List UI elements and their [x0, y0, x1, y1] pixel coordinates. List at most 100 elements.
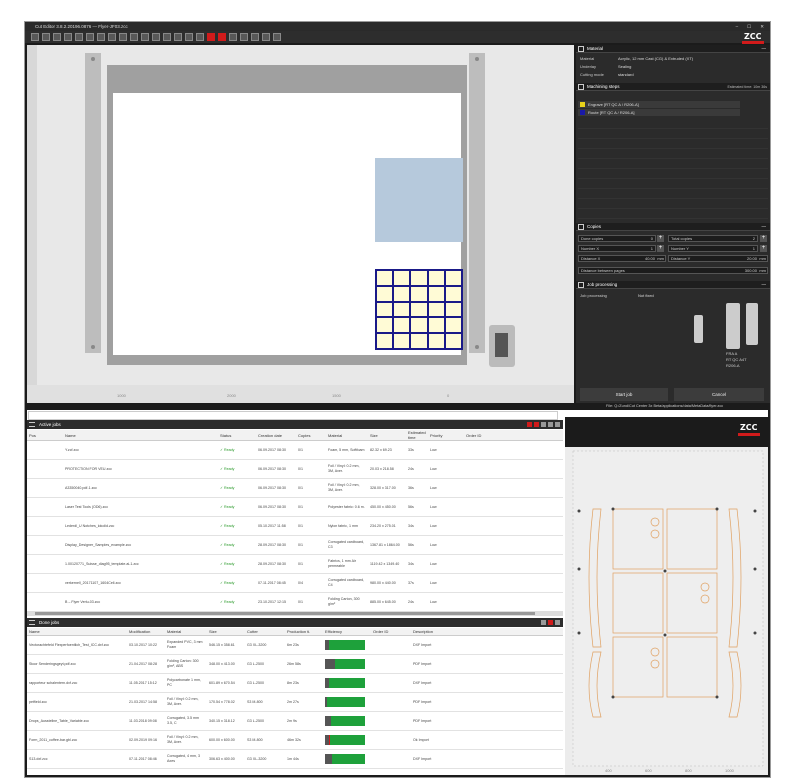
column-header[interactable]: Cutter [245, 628, 285, 636]
table-row[interactable]: Laser Test Tools (OD6).zcc ✓ Ready 06.09.2… [27, 497, 563, 517]
table-row[interactable]: Display_Designer_Samples_example.zcc ✓ Re… [27, 535, 563, 555]
ungroup-icon[interactable] [163, 33, 171, 41]
column-header[interactable]: Status [218, 430, 256, 441]
distance-x-field[interactable]: Distance X 40.00 mm [578, 255, 666, 262]
horizontal-scrollbar[interactable] [27, 611, 563, 616]
layers-icon[interactable] [196, 33, 204, 41]
number-y-field[interactable]: Number Y1 [668, 245, 758, 252]
column-header[interactable]: Name [63, 430, 218, 441]
trash-icon[interactable] [555, 620, 560, 625]
nest-icon[interactable] [108, 33, 116, 41]
machining-step[interactable]: Route [RT QC A / R206-A] [578, 109, 740, 116]
column-header[interactable]: Size [207, 628, 245, 636]
pan-icon[interactable] [273, 33, 281, 41]
align-icon[interactable] [86, 33, 94, 41]
table-cell: Vectorachtefeld Flexperfoentlich_Test_IC… [27, 635, 127, 655]
underlay-row[interactable]: Underlay Sealing [578, 63, 768, 71]
start-job-button[interactable]: Start job [580, 388, 668, 401]
cutting-canvas[interactable]: 1000 2000 1500 0 [27, 45, 574, 403]
table-row[interactable]: PROTECTION FOR VEU.zcc ✓ Ready 06.09.2017 … [27, 459, 563, 479]
done-copies-field[interactable]: Done copies 0 [578, 235, 656, 242]
plus-button[interactable]: + [657, 245, 664, 252]
paste-icon[interactable] [130, 33, 138, 41]
search-input[interactable] [28, 411, 558, 420]
delete-icon[interactable] [548, 620, 553, 625]
move-icon[interactable] [541, 422, 546, 427]
distance-between-pages-field[interactable]: Distance between pages 300.00 mm [578, 267, 768, 274]
minimize-button[interactable]: – [736, 22, 739, 31]
close-button[interactable]: ✕ [760, 22, 764, 31]
column-header[interactable]: Priority [428, 430, 464, 441]
machining-step[interactable]: Engrave [RT QC A / R206-A] [578, 101, 740, 108]
column-header[interactable]: Efficiency [323, 628, 371, 636]
job-preview-panel[interactable]: ZCC 400 600 800 1000 [565, 417, 768, 775]
table-row[interactable]: S13.dxf.zcc 07.11.2017 08:46 Corrugated, 4… [27, 749, 563, 769]
trash-icon[interactable] [555, 422, 560, 427]
column-header[interactable]: Material [326, 430, 368, 441]
measure-icon[interactable] [174, 33, 182, 41]
delete-icon[interactable] [527, 422, 532, 427]
copies-section-header[interactable]: Copies — [576, 223, 770, 231]
table-row[interactable]: Y.zcf.zcc ✓ Ready 06.09.2017 08:30 0/1 Foam,… [27, 440, 563, 460]
table-row[interactable]: Drops_Ausstellne_Table_Variable.zcc 11.03… [27, 711, 563, 731]
plus-button[interactable]: + [760, 235, 767, 242]
plus-button[interactable]: + [657, 235, 664, 242]
flip-icon[interactable] [97, 33, 105, 41]
column-header[interactable]: Size [368, 430, 406, 441]
plus-button[interactable]: + [760, 245, 767, 252]
table-row[interactable]: 1.00120771_Suisse_diag95_template.ai-1.z… [27, 554, 563, 574]
maximize-button[interactable]: ☐ [747, 22, 751, 31]
column-header[interactable]: Description [411, 628, 563, 636]
cutting-mode-row[interactable]: Cutting mode standard [578, 71, 768, 79]
column-header[interactable]: Order ID [464, 430, 563, 441]
table-row[interactable]: verkernell_20171107_1604Cell.zcc ✓ Ready 0… [27, 573, 563, 593]
material-row[interactable]: Material Acrylic, 12 mm Cast (CG) & Extru… [578, 55, 768, 63]
rotate-icon[interactable] [64, 33, 72, 41]
distance-y-field[interactable]: Distance Y 20.00 mm [668, 255, 768, 262]
frame-icon[interactable] [240, 33, 248, 41]
table-row[interactable]: B – Flyer Verlu-03.zcc ✓ Ready 23.10.2017 … [27, 592, 563, 612]
column-header[interactable]: Pos [27, 430, 63, 441]
column-header[interactable]: Creation date [256, 430, 296, 441]
column-header[interactable]: Production ti. [285, 628, 323, 636]
group-icon[interactable] [152, 33, 160, 41]
zoom-icon[interactable] [251, 33, 259, 41]
column-header[interactable]: Order ID [371, 628, 411, 636]
stop-icon[interactable] [534, 422, 539, 427]
select-icon[interactable] [141, 33, 149, 41]
cancel-button[interactable]: Cancel [674, 388, 764, 401]
table-row[interactable]: Stoor Senderingsgeyt.pdf.zcc 21.04.2017 0… [27, 654, 563, 674]
selection-area[interactable] [375, 158, 463, 242]
table-row[interactable]: Vectorachtefeld Flexperfoentlich_Test_IC… [27, 635, 563, 655]
number-x-field[interactable]: Number X1 [578, 245, 656, 252]
copy-icon[interactable] [548, 422, 553, 427]
table-row[interactable]: A3350040.pdf-1.zcc ✓ Ready 06.09.2017 08:3… [27, 478, 563, 498]
machining-steps-header[interactable]: Machining steps Estimated time: 10m 36s [576, 83, 770, 91]
table-row[interactable]: petfield.zcc 21.03.2017 14:58 Foil / Vinyl… [27, 692, 563, 712]
undo-icon[interactable] [42, 33, 50, 41]
material-section-header[interactable]: Material — [576, 45, 770, 53]
table-row[interactable]: Form_2011_coffee-bar.gbl.zcc 02.09.2019 0… [27, 730, 563, 750]
pointer-icon[interactable] [229, 33, 237, 41]
restore-icon[interactable] [541, 620, 546, 625]
column-header[interactable]: Material [165, 628, 207, 636]
mirror-icon[interactable] [75, 33, 83, 41]
job-processing-row[interactable]: Job processing Not fixed [578, 292, 768, 300]
total-copies-field[interactable]: Total copies 2 [668, 235, 758, 242]
menu-icon[interactable] [31, 33, 39, 41]
table-row[interactable]: rapporteur schalentern.dxf.zcc 11.05.2017… [27, 673, 563, 693]
column-header[interactable]: Name [27, 628, 127, 636]
zoom-fit-icon[interactable] [262, 33, 270, 41]
table-cell: 2m 9s [285, 711, 323, 731]
stop-icon[interactable] [207, 33, 215, 41]
target-icon[interactable] [185, 33, 193, 41]
column-header[interactable]: Copies [296, 430, 326, 441]
job-processing-header[interactable]: Job processing — [576, 281, 770, 289]
copy-icon[interactable] [119, 33, 127, 41]
column-header[interactable]: Modification [127, 628, 165, 636]
nested-parts-grid[interactable] [375, 269, 463, 350]
alert-icon[interactable] [218, 33, 226, 41]
column-header[interactable]: Estimated time [406, 430, 428, 441]
table-row[interactable]: Lederdl_U Notches_lokolid.zcc ✓ Ready 05.1… [27, 516, 563, 536]
redo-icon[interactable] [53, 33, 61, 41]
